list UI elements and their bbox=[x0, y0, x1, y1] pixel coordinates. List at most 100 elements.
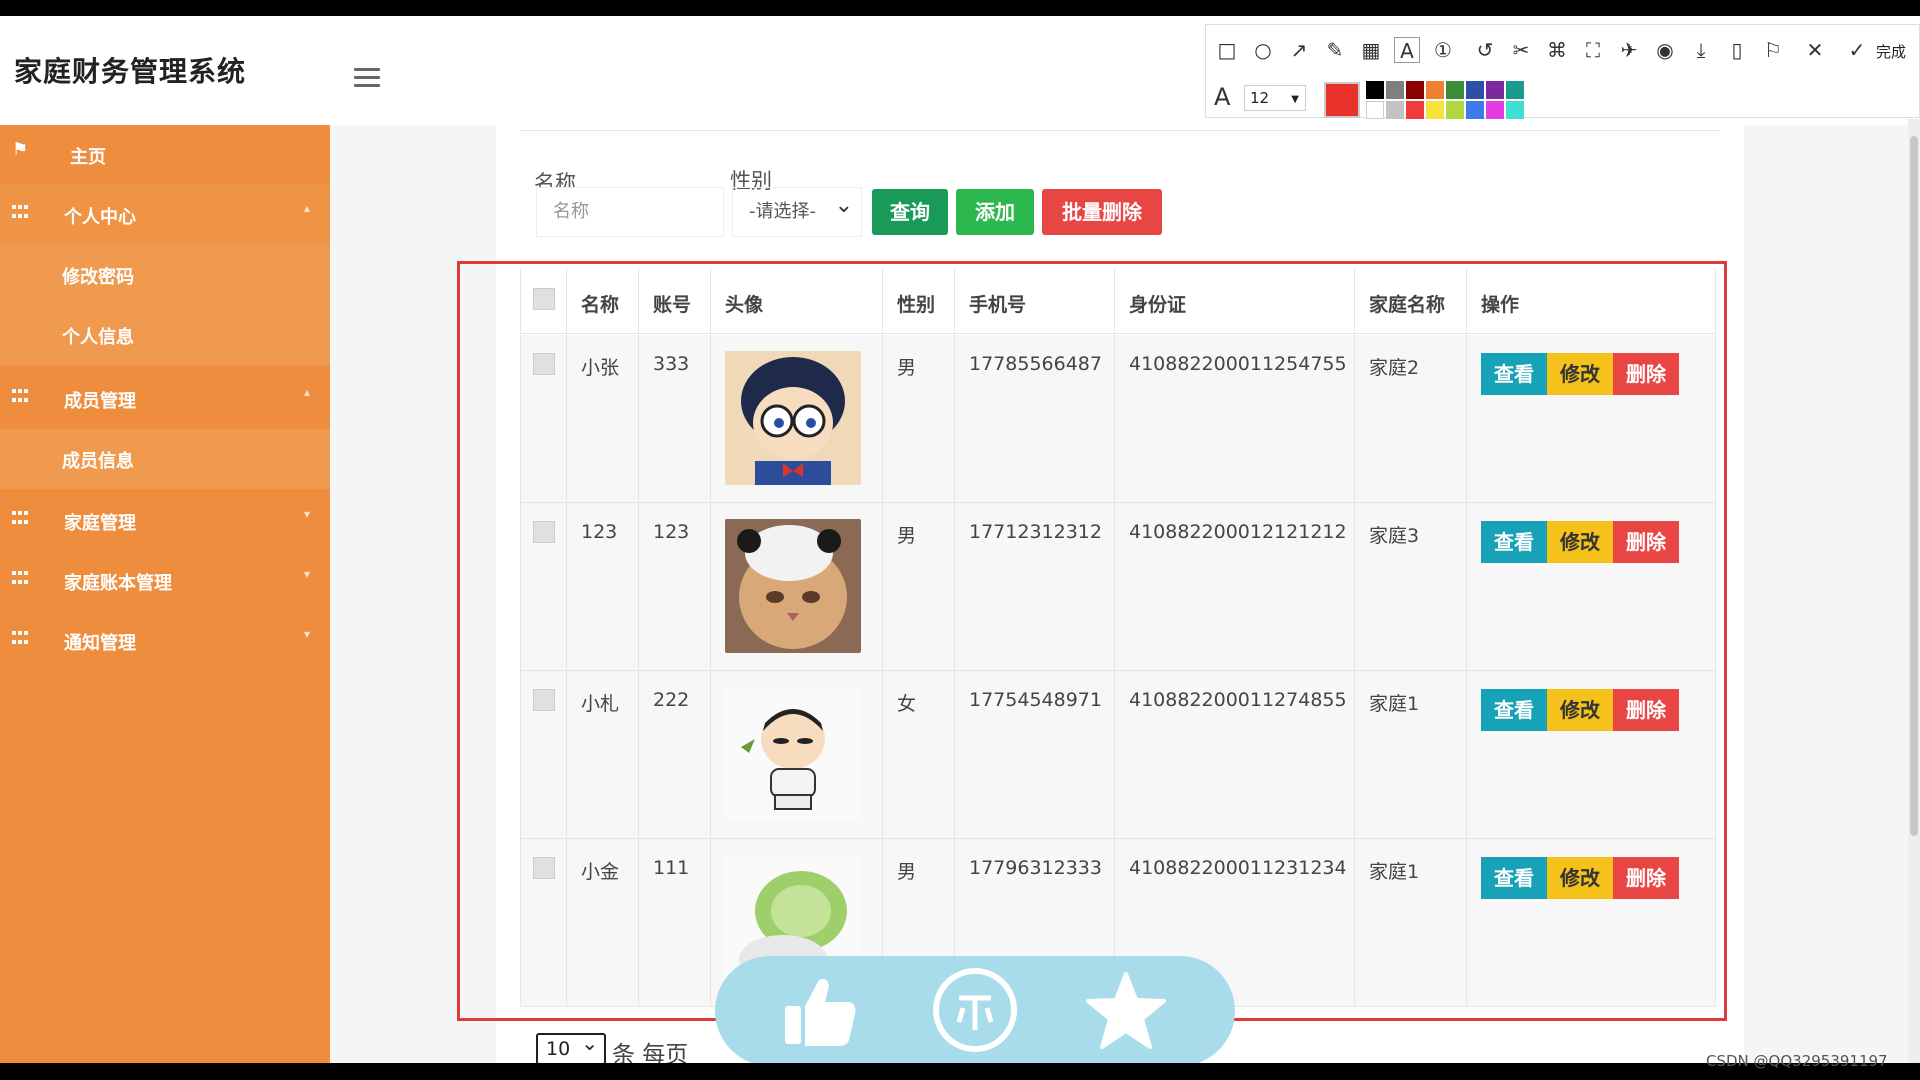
cell-family: 家庭3 bbox=[1369, 525, 1420, 547]
grid-icon bbox=[12, 631, 30, 647]
delete-button[interactable]: 删除 bbox=[1613, 689, 1679, 731]
font-size-select[interactable]: 12 bbox=[1244, 85, 1306, 112]
pin-icon[interactable]: ✈ bbox=[1616, 37, 1642, 63]
rectangle-tool-icon[interactable]: □ bbox=[1214, 37, 1240, 63]
edit-button[interactable]: 修改 bbox=[1547, 689, 1613, 731]
scrollbar-thumb[interactable] bbox=[1910, 136, 1918, 836]
cell-family: 家庭1 bbox=[1369, 693, 1420, 715]
number-tool-icon[interactable]: ① bbox=[1430, 37, 1456, 63]
view-button[interactable]: 查看 bbox=[1481, 521, 1547, 563]
row-checkbox[interactable] bbox=[533, 689, 555, 711]
screenshot-toolbar: □ ○ ↗ ✎ ▦ A ① ↺ ✂ ⌘ ⛶ ✈ ◉ ⤓ ▯ ⚐ ✕ ✓ 完成 A… bbox=[1205, 24, 1920, 119]
save-icon[interactable]: ▯ bbox=[1724, 37, 1750, 63]
cell-phone: 17785566487 bbox=[969, 353, 1102, 375]
done-label[interactable]: 完成 bbox=[1876, 41, 1906, 62]
cell-name: 123 bbox=[581, 521, 618, 543]
current-color-swatch[interactable] bbox=[1324, 82, 1360, 118]
cell-account: 123 bbox=[653, 521, 690, 543]
row-checkbox[interactable] bbox=[533, 353, 555, 375]
translate-icon[interactable]: ⌘ bbox=[1544, 37, 1570, 63]
grid-icon bbox=[12, 571, 30, 587]
cell-gender: 女 bbox=[897, 693, 917, 715]
cell-family: 家庭1 bbox=[1369, 861, 1420, 883]
column-header: 名称 bbox=[581, 294, 620, 316]
column-header: 身份证 bbox=[1129, 294, 1187, 316]
text-tool-icon[interactable]: A bbox=[1394, 37, 1420, 63]
undo-icon[interactable]: ↺ bbox=[1472, 37, 1498, 63]
cell-id-card: 410882200012121212 bbox=[1129, 521, 1347, 543]
pen-tool-icon[interactable]: ✎ bbox=[1322, 37, 1348, 63]
cell-id-card: 410882200011254755 bbox=[1129, 353, 1347, 375]
mosaic-tool-icon[interactable]: ▦ bbox=[1358, 37, 1384, 63]
cut-icon[interactable]: ✂ bbox=[1508, 37, 1534, 63]
sidebar-item-member-mgmt[interactable]: 成员管理 ▴ bbox=[0, 369, 330, 429]
page-size-select[interactable]: 10 bbox=[536, 1029, 606, 1063]
sidebar-item-home[interactable]: ⚑ 主页 bbox=[0, 125, 330, 185]
sidebar-item-notice-mgmt[interactable]: 通知管理 ▾ bbox=[0, 611, 330, 671]
ocr-icon[interactable]: ⛶ bbox=[1580, 37, 1606, 63]
avatar-conan bbox=[725, 351, 861, 485]
sidebar-item-change-password[interactable]: 修改密码 bbox=[0, 245, 330, 305]
column-header: 头像 bbox=[725, 294, 764, 316]
star-icon[interactable] bbox=[1085, 970, 1167, 1052]
cell-id-card: 410882200011231234 bbox=[1129, 857, 1347, 879]
table-header-row: 名称 账号 头像 性别 手机号 身份证 家庭名称 操作 bbox=[520, 268, 1716, 334]
font-size-icon: A bbox=[1214, 83, 1231, 111]
sidebar-item-ledger-mgmt[interactable]: 家庭账本管理 ▾ bbox=[0, 551, 330, 611]
divider bbox=[520, 130, 1720, 131]
download-icon[interactable]: ⤓ bbox=[1688, 37, 1714, 63]
table-row: 小札 222 女 17754548971 410882200011274855 … bbox=[520, 671, 1716, 839]
page-size-label: 条 每页 bbox=[612, 1042, 689, 1063]
grid-icon bbox=[12, 511, 30, 527]
column-header: 操作 bbox=[1481, 294, 1520, 316]
cell-name: 小张 bbox=[581, 357, 620, 379]
sidebar-item-personal-info[interactable]: 个人信息 bbox=[0, 305, 330, 365]
sidebar-item-family-mgmt[interactable]: 家庭管理 ▾ bbox=[0, 491, 330, 551]
edit-button[interactable]: 修改 bbox=[1547, 353, 1613, 395]
bookmark-icon[interactable]: ⚐ bbox=[1760, 37, 1786, 63]
sidebar-item-member-info[interactable]: 成员信息 bbox=[0, 429, 330, 489]
cell-gender: 男 bbox=[897, 525, 917, 547]
sidebar-item-label: 通知管理 bbox=[64, 633, 136, 654]
chevron-up-icon: ▴ bbox=[303, 385, 310, 399]
close-icon[interactable]: ✕ bbox=[1802, 37, 1828, 63]
cell-account: 333 bbox=[653, 353, 690, 375]
edit-button[interactable]: 修改 bbox=[1547, 857, 1613, 899]
row-checkbox[interactable] bbox=[533, 521, 555, 543]
coin-icon[interactable] bbox=[933, 968, 1017, 1052]
view-button[interactable]: 查看 bbox=[1481, 857, 1547, 899]
table-row: 123 123 男 17712312312 410882200012121212… bbox=[520, 503, 1716, 671]
edit-button[interactable]: 修改 bbox=[1547, 521, 1613, 563]
batch-delete-button[interactable]: 批量删除 bbox=[1042, 189, 1162, 235]
column-header: 账号 bbox=[653, 294, 692, 316]
sidebar-item-label: 个人中心 bbox=[64, 207, 136, 228]
view-button[interactable]: 查看 bbox=[1481, 353, 1547, 395]
delete-button[interactable]: 删除 bbox=[1613, 521, 1679, 563]
name-search-input[interactable]: 名称 bbox=[536, 187, 724, 237]
check-icon[interactable]: ✓ bbox=[1844, 37, 1870, 63]
row-checkbox[interactable] bbox=[533, 857, 555, 879]
reaction-overlay bbox=[715, 956, 1235, 1063]
cell-account: 222 bbox=[653, 689, 690, 711]
cell-family: 家庭2 bbox=[1369, 357, 1420, 379]
app-window: 家庭财务管理系统 80x80 □ ○ ↗ ✎ ▦ A ① ↺ ✂ ⌘ ⛶ ✈ ◉… bbox=[0, 16, 1920, 1063]
arrow-tool-icon[interactable]: ↗ bbox=[1286, 37, 1312, 63]
delete-button[interactable]: 删除 bbox=[1613, 857, 1679, 899]
sidebar-item-label: 修改密码 bbox=[62, 267, 134, 288]
cell-gender: 男 bbox=[897, 357, 917, 379]
cell-name: 小金 bbox=[581, 861, 620, 883]
sidebar-item-personal-center[interactable]: 个人中心 ▴ bbox=[0, 185, 330, 245]
grid-icon bbox=[12, 389, 30, 405]
thumbs-up-icon[interactable] bbox=[779, 970, 859, 1050]
select-all-checkbox[interactable] bbox=[533, 288, 555, 310]
color-palette[interactable] bbox=[1366, 81, 1526, 119]
query-button[interactable]: 查询 bbox=[872, 189, 948, 235]
hamburger-menu-icon[interactable] bbox=[354, 68, 380, 88]
view-button[interactable]: 查看 bbox=[1481, 689, 1547, 731]
gender-select[interactable]: -请选择- bbox=[732, 182, 862, 237]
flag-icon: ⚑ bbox=[12, 139, 29, 160]
ellipse-tool-icon[interactable]: ○ bbox=[1250, 37, 1276, 63]
delete-button[interactable]: 删除 bbox=[1613, 353, 1679, 395]
record-icon[interactable]: ◉ bbox=[1652, 37, 1678, 63]
add-button[interactable]: 添加 bbox=[956, 189, 1034, 235]
